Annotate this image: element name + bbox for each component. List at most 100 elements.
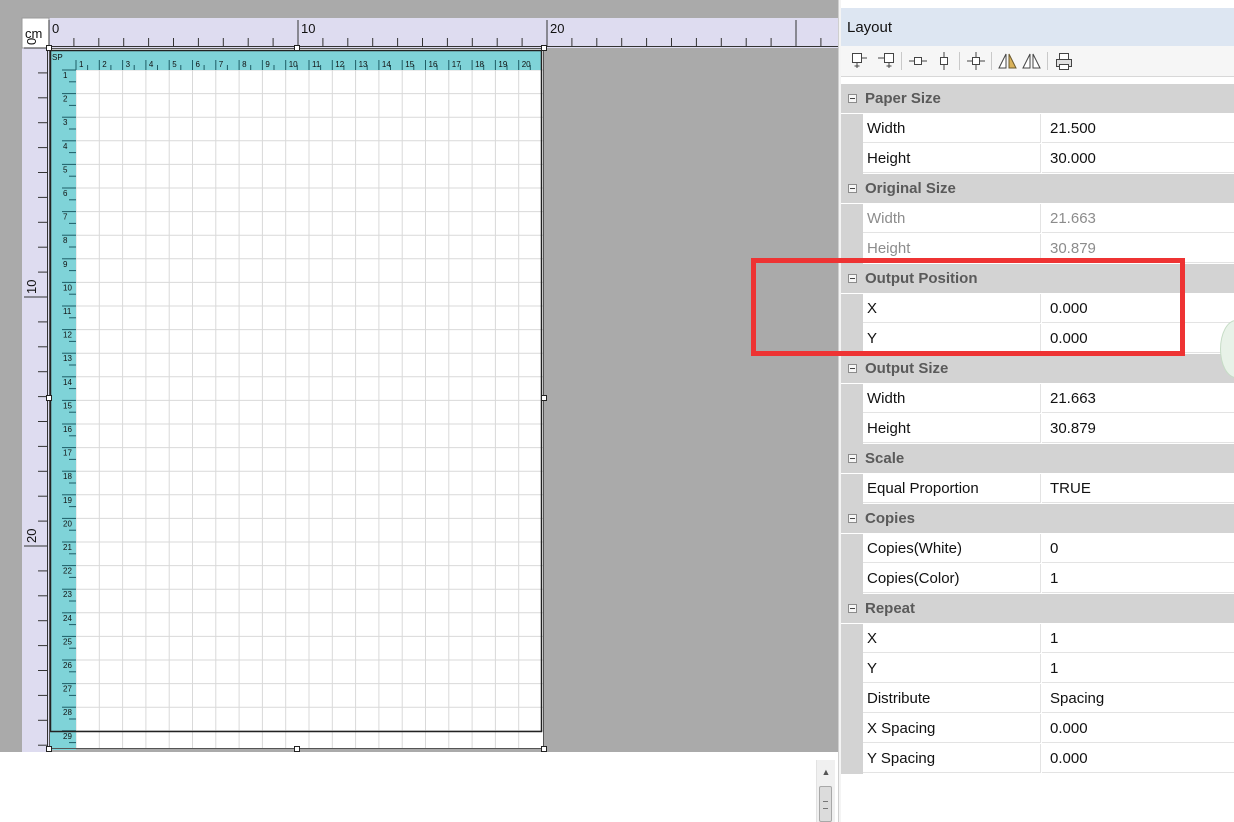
property-category[interactable]: Scale — [841, 444, 1234, 474]
resize-handle[interactable] — [46, 395, 52, 401]
property-row[interactable]: Height 30.879 — [841, 414, 1234, 444]
sheet-row-number: 17 — [63, 449, 72, 458]
property-row[interactable]: X Spacing 0.000 — [841, 714, 1234, 744]
property-category[interactable]: Copies — [841, 504, 1234, 534]
collapse-icon[interactable] — [848, 514, 857, 523]
property-row[interactable]: Copies(Color) 1 — [841, 564, 1234, 594]
sheet-column-number: 5 — [172, 60, 177, 69]
sheet-column-number: 4 — [149, 60, 154, 69]
collapse-icon[interactable] — [848, 604, 857, 613]
scroll-thumb[interactable] — [819, 786, 832, 822]
ruler-label: 0 — [24, 38, 39, 45]
property-row[interactable]: Distribute Spacing — [841, 684, 1234, 714]
property-category[interactable]: Output Size — [841, 354, 1234, 384]
align-center-button[interactable] — [965, 50, 987, 72]
align-top-right-button[interactable] — [875, 50, 897, 72]
toolbar-separator — [1047, 52, 1048, 70]
mirror-button[interactable] — [1021, 50, 1043, 72]
sheet-row-number: 27 — [63, 685, 72, 694]
property-value: 21.663 — [1042, 204, 1234, 233]
property-category[interactable]: Original Size — [841, 174, 1234, 204]
collapse-icon[interactable] — [848, 364, 857, 373]
align-vertical-center-button[interactable] — [933, 50, 955, 72]
bottom-pane — [0, 752, 838, 822]
property-value[interactable]: 1 — [1042, 624, 1234, 653]
property-name: Height — [863, 414, 1041, 443]
sheet-row-number: 1 — [63, 71, 68, 80]
flip-horizontal-button[interactable] — [997, 50, 1019, 72]
property-name: Equal Proportion — [863, 474, 1041, 503]
resize-handle[interactable] — [294, 45, 300, 51]
property-value[interactable]: TRUE — [1042, 474, 1234, 503]
sheet-column-number: 15 — [405, 60, 414, 69]
property-value[interactable]: 0 — [1042, 534, 1234, 563]
sheet-column-number: 1 — [79, 60, 84, 69]
sheet-row-number: 6 — [63, 189, 68, 198]
property-row[interactable]: Copies(White) 0 — [841, 534, 1234, 564]
property-row[interactable]: Height 30.000 — [841, 144, 1234, 174]
resize-handle[interactable] — [541, 395, 547, 401]
property-row[interactable]: Width 21.663 — [841, 204, 1234, 234]
panel-title: Layout — [847, 19, 893, 36]
sheet-column-number: 17 — [452, 60, 461, 69]
row-gutter — [841, 534, 863, 564]
row-gutter — [841, 684, 863, 714]
sheet-row-number: 22 — [63, 567, 72, 576]
property-category[interactable]: Repeat — [841, 594, 1234, 624]
sheet-row-number: 28 — [63, 708, 72, 717]
row-gutter — [841, 384, 863, 414]
sheet-row-number: 18 — [63, 472, 72, 481]
row-gutter — [841, 414, 863, 444]
vertical-scrollbar[interactable]: ▲ — [816, 760, 835, 822]
property-row[interactable]: X1 — [841, 624, 1234, 654]
align-top-left-button[interactable] — [849, 50, 871, 72]
property-value[interactable]: 1 — [1042, 654, 1234, 683]
property-value[interactable]: 21.663 — [1042, 384, 1234, 413]
align-horizontal-center-button[interactable] — [907, 50, 929, 72]
sheet-row-number: 7 — [63, 213, 68, 222]
scroll-up-arrow-icon[interactable]: ▲ — [820, 766, 832, 778]
sheet-column-number: 10 — [289, 60, 298, 69]
property-row[interactable]: Equal Proportion TRUE — [841, 474, 1234, 504]
ruler-label: 20 — [550, 21, 564, 36]
resize-handle[interactable] — [46, 45, 52, 51]
sheet-row-number: 5 — [63, 165, 68, 174]
property-value[interactable]: 1 — [1042, 564, 1234, 593]
resize-handle[interactable] — [541, 746, 547, 752]
property-row[interactable]: Width 21.500 — [841, 114, 1234, 144]
layout-preview[interactable]: cm 0 10 20010201 2 3 4 5 6 7 8 9 10 11 12 13 14 15 16 17 18 1… — [0, 0, 838, 752]
horizontal-ruler — [22, 18, 838, 48]
collapse-icon[interactable] — [848, 94, 857, 103]
layout-panel: Layout Paper Size Width 21.500 Height 30… — [841, 0, 1234, 822]
sheet-row-number: 24 — [63, 614, 72, 623]
sheet-row-number: 13 — [63, 354, 72, 363]
property-value[interactable]: 30.879 — [1042, 414, 1234, 443]
property-row[interactable]: Y Spacing 0.000 — [841, 744, 1234, 774]
resize-handle[interactable] — [294, 746, 300, 752]
property-category[interactable]: Paper Size — [841, 84, 1234, 114]
resize-handle[interactable] — [46, 746, 52, 752]
property-value[interactable]: 30.000 — [1042, 144, 1234, 173]
page-preview-canvas[interactable]: cm 0 10 20 0 10 20 1 2 3 4 5 6 7 8 9 10 11 12 13 14 15 16 17 18 1… — [0, 0, 838, 752]
property-name: Height — [863, 144, 1041, 173]
property-value[interactable]: 0.000 — [1042, 744, 1234, 773]
sheet-row-number: 26 — [63, 661, 72, 670]
sheet-row-number: 8 — [63, 236, 68, 245]
resize-handle[interactable] — [541, 45, 547, 51]
property-row[interactable]: Y1 — [841, 654, 1234, 684]
row-gutter — [841, 474, 863, 504]
align-vertical-center-icon — [940, 52, 948, 70]
sheet-column-number: 20 — [522, 60, 531, 69]
property-value[interactable]: Spacing — [1042, 684, 1234, 713]
sheet-row-number: 21 — [63, 543, 72, 552]
collapse-icon[interactable] — [848, 454, 857, 463]
property-value[interactable]: 21.500 — [1042, 114, 1234, 143]
collapse-icon[interactable] — [848, 184, 857, 193]
property-row[interactable]: Width 21.663 — [841, 384, 1234, 414]
print-button[interactable] — [1053, 50, 1075, 72]
sheet-row-number: 11 — [63, 307, 72, 316]
sheet-row-number: 10 — [63, 283, 72, 292]
sheet-column-number: 3 — [126, 60, 131, 69]
panel-header — [841, 8, 1234, 46]
property-value[interactable]: 0.000 — [1042, 714, 1234, 743]
